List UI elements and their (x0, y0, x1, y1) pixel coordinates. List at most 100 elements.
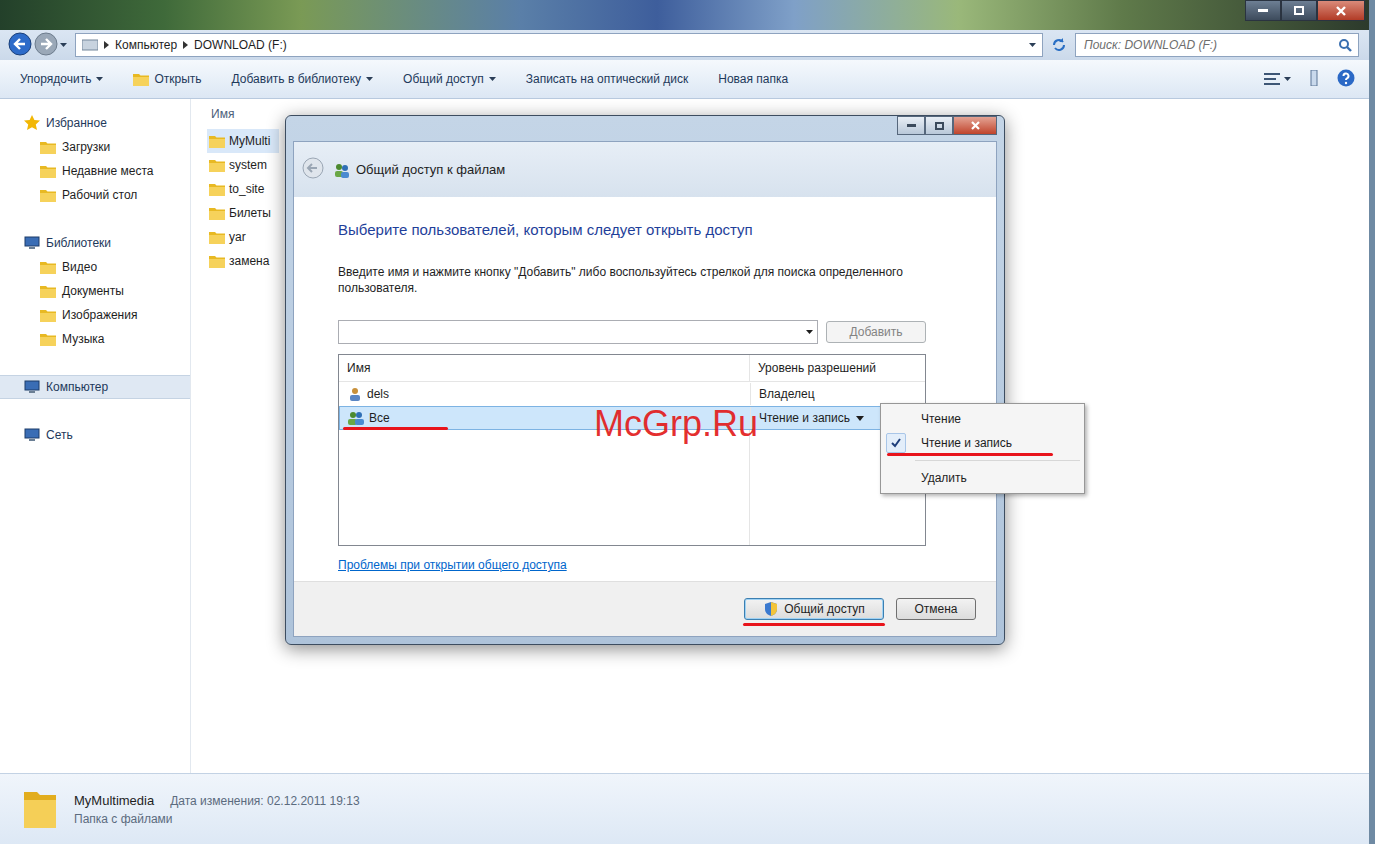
folder-icon (40, 164, 56, 178)
file-row[interactable]: to_site (207, 177, 279, 201)
shield-icon (763, 601, 779, 617)
address-field[interactable]: Компьютер DOWNLOAD (F:) (75, 33, 1043, 57)
view-button[interactable] (1264, 73, 1291, 85)
menu-item[interactable]: Удалить (883, 466, 1082, 490)
dropdown-icon (366, 77, 373, 81)
file-name: MyMulti (229, 134, 270, 148)
nav-item[interactable]: Избранное (0, 111, 190, 135)
table-empty-area (339, 430, 925, 545)
group-icon (24, 236, 40, 250)
address-dropdown (1029, 43, 1036, 47)
close-button[interactable] (953, 116, 997, 135)
nav-label: Рабочий стол (62, 188, 137, 202)
dropdown-icon (489, 77, 496, 81)
file-name: yar (229, 230, 246, 244)
details-text: MyMultimediaДата изменения: 02.12.2011 1… (74, 793, 360, 826)
close-button[interactable] (1317, 0, 1365, 21)
caption-buttons (1245, 0, 1365, 21)
share-button[interactable]: Общий доступ (744, 598, 884, 620)
column-header-label: Уровень разрешений (758, 361, 876, 375)
menu-check (886, 468, 906, 488)
menu-item[interactable]: Чтение и запись (883, 431, 1082, 455)
table-header: Имя Уровень разрешений (339, 355, 925, 382)
nav-item[interactable]: Сеть (0, 423, 190, 447)
item-modified: Дата изменения: 02.12.2011 19:13 (170, 794, 359, 808)
nav-item[interactable]: Видео (0, 255, 190, 279)
folder-icon (209, 182, 225, 196)
help-button[interactable] (1337, 69, 1355, 90)
toolbar-button[interactable]: Новая папка (710, 68, 796, 90)
minimize-button[interactable] (1245, 0, 1281, 21)
preview-pane-button[interactable] (1309, 70, 1319, 89)
file-row[interactable]: MyMulti (207, 129, 279, 153)
file-row[interactable]: Билеты (207, 201, 279, 225)
search-input[interactable] (1082, 37, 1335, 53)
file-row[interactable]: yar (207, 225, 279, 249)
nav-label: Изображения (62, 308, 137, 322)
user-combo-box[interactable] (338, 320, 818, 344)
permission-menu: Чтение Чтение и запись Удалить (880, 403, 1085, 494)
user-name-wrap: Все (369, 411, 390, 425)
minimize-icon (1258, 9, 1268, 12)
nav-label: Избранное (46, 116, 107, 130)
toolbar-button[interactable]: Общий доступ (395, 68, 504, 90)
chevron-icon (183, 41, 188, 49)
dropdown-icon (1284, 77, 1291, 81)
nav-item[interactable]: Библиотеки (0, 231, 190, 255)
nav-item[interactable]: Загрузки (0, 135, 190, 159)
nav-item[interactable]: Недавние места (0, 159, 190, 183)
help-link[interactable]: Проблемы при открытии общего доступа (338, 558, 567, 572)
annotation-underline (343, 427, 448, 430)
user-cell: dels (340, 387, 750, 401)
toolbar-button[interactable]: Записать на оптический диск (518, 68, 697, 90)
forward-button[interactable] (34, 32, 58, 59)
maximize-button[interactable] (925, 116, 953, 135)
users-icon (334, 162, 350, 178)
user-cell: Все (340, 411, 750, 425)
dropdown-icon (96, 77, 103, 81)
nav-item[interactable]: Компьютер (0, 375, 190, 399)
nav-item[interactable]: Документы (0, 279, 190, 303)
column-header[interactable]: Имя (211, 107, 234, 121)
add-button[interactable]: Добавить (826, 321, 926, 343)
drive-icon (82, 39, 98, 51)
menu-item[interactable]: Чтение (883, 407, 1082, 431)
dialog-content: Выберите пользователей, которым следует … (294, 197, 996, 581)
toolbar-button[interactable]: Упорядочить (12, 68, 111, 90)
cancel-button[interactable]: Отмена (896, 598, 976, 620)
dialog-header: Общий доступ к файлам (294, 142, 996, 197)
nav-item[interactable]: Музыка (0, 327, 190, 351)
file-row[interactable]: замена (207, 249, 279, 273)
toolbar-label: Открыть (154, 72, 201, 86)
column-header[interactable]: Имя (339, 361, 749, 375)
folder-icon (40, 260, 56, 274)
folder-icon (40, 188, 56, 202)
column-header[interactable]: Уровень разрешений (749, 355, 925, 381)
file-row[interactable]: system (207, 153, 279, 177)
annotation-underline (743, 623, 885, 626)
nav-item[interactable]: Рабочий стол (0, 183, 190, 207)
maximize-button[interactable] (1281, 0, 1317, 21)
toolbar-button[interactable]: Добавить в библиотеку (224, 68, 382, 90)
toolbar-button[interactable]: Открыть (125, 68, 209, 90)
nav-item[interactable]: Изображения (0, 303, 190, 327)
dialog-title-text: Общий доступ к файлам (356, 162, 505, 177)
nav-label: Загрузки (62, 140, 110, 154)
nav-label: Недавние места (62, 164, 153, 178)
menu-label-wrap: Чтение (921, 412, 961, 426)
close-icon (971, 121, 980, 130)
permission-level: Владелец (759, 387, 815, 401)
dropdown-icon (1029, 43, 1036, 47)
table-row[interactable]: dels Владелец (339, 382, 925, 406)
back-button[interactable] (8, 32, 32, 59)
permission-cell[interactable]: Владелец (750, 383, 924, 405)
table-row[interactable]: ВсеЧтение и запись (339, 406, 925, 430)
chevron-icon (104, 41, 109, 49)
back-button[interactable] (302, 157, 324, 182)
breadcrumb[interactable]: Компьютер (104, 38, 177, 52)
open-folder-icon (133, 72, 149, 86)
file-name: Билеты (229, 206, 271, 220)
minimize-button[interactable] (897, 116, 925, 135)
minimize-icon (907, 124, 916, 127)
breadcrumb[interactable]: DOWNLOAD (F:) (183, 38, 287, 52)
